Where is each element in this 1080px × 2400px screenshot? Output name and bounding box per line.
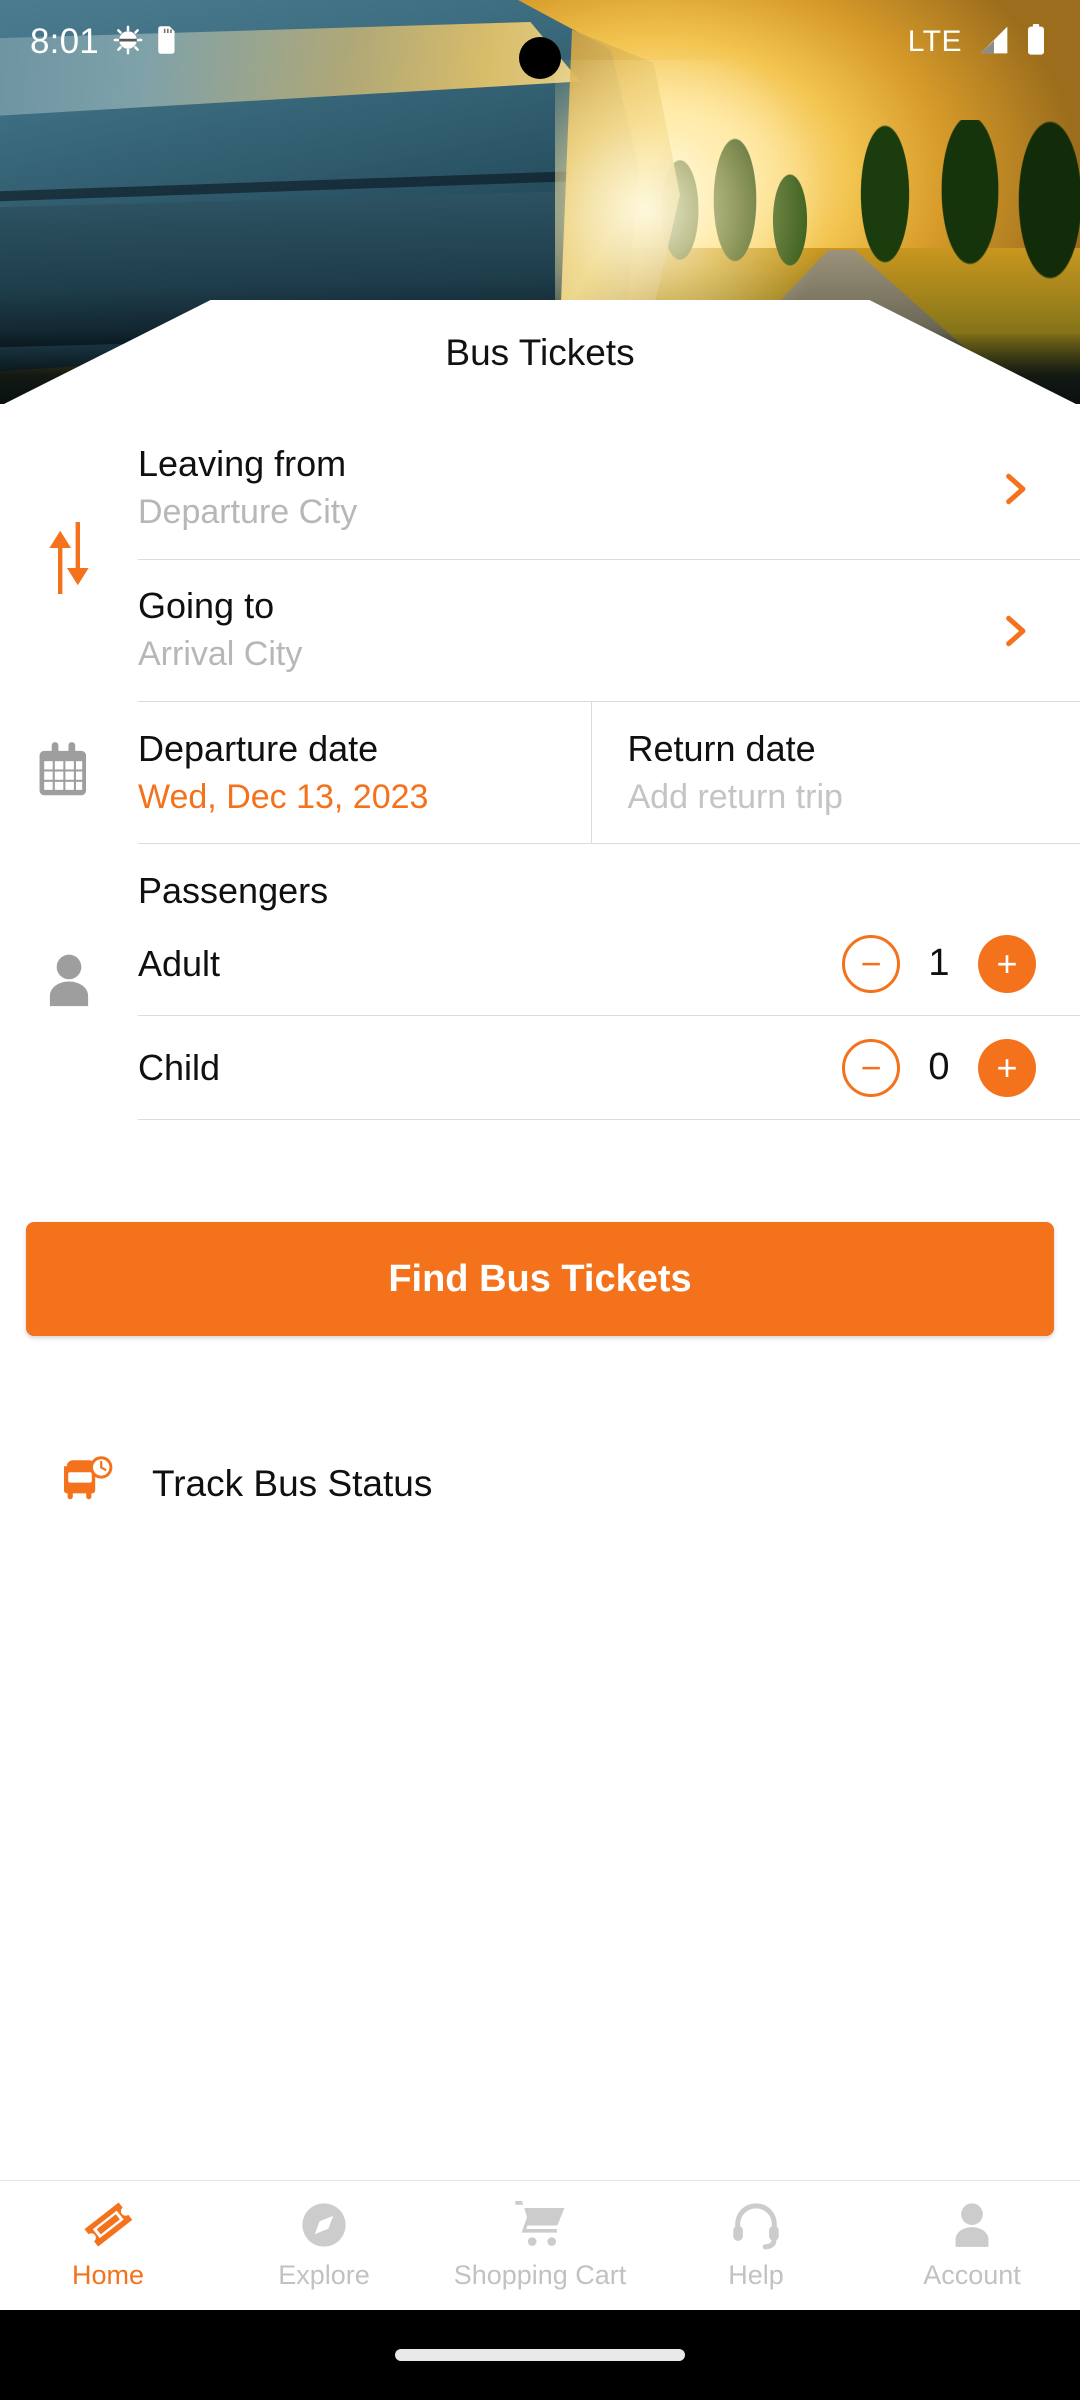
status-bar-right: LTE [907,23,1080,61]
person-icon [947,2200,997,2250]
city-block: Leaving from Departure City Going to Arr… [0,418,1080,702]
chevron-right-icon [996,612,1034,650]
leaving-from-value: Departure City [138,493,358,532]
swap-vertical-icon [39,521,99,599]
headset-icon [731,2200,781,2250]
child-decrement-button[interactable]: − [842,1038,900,1097]
adult-count: 1 [928,942,950,984]
banner-base [0,404,1080,420]
nav-label-home: Home [71,2260,145,2290]
going-to-field[interactable]: Going to Arrival City [138,560,1080,702]
departure-date-value: Wed, Dec 13, 2023 [138,778,429,816]
passengers-block: Passengers Adult − 1 + Child − 0 + [0,844,1080,1120]
sd-card-icon [157,25,177,59]
nav-label-explore: Explore [278,2260,370,2290]
bus-clock-icon [62,1455,114,1512]
adult-stepper: − 1 + [842,934,1036,993]
chevron-right-icon [996,470,1034,508]
nav-label-account: Account [923,2260,1021,2290]
search-form: Leaving from Departure City Going to Arr… [0,418,1080,1120]
departure-date-label: Departure date [138,728,379,769]
nav-item-home[interactable]: Home [0,2200,216,2291]
adult-decrement-button[interactable]: − [842,934,900,993]
passenger-row-adult: Adult − 1 + [138,912,1080,1016]
page-title: Bus Tickets [445,332,635,373]
going-to-value: Arrival City [138,635,303,674]
status-time: 8:01 [30,22,99,61]
city-fields: Leaving from Departure City Going to Arr… [138,418,1080,702]
signal-icon [978,25,1010,60]
adult-label: Adult [138,942,221,984]
system-gesture-bar [0,2310,1080,2400]
person-icon-wrap [0,844,138,1120]
child-stepper: − 0 + [842,1038,1036,1097]
return-date-value: Add return trip [627,778,843,816]
nav-item-shopping-cart[interactable]: Shopping Cart [432,2200,648,2291]
person-icon [40,951,98,1014]
nav-item-explore[interactable]: Explore [216,2200,432,2291]
passengers-title: Passengers [138,870,329,911]
bottom-navigation: Home Explore Shopping Cart Help Account [0,2180,1080,2310]
nav-item-help[interactable]: Help [648,2200,864,2291]
find-bus-tickets-button[interactable]: Find Bus Tickets [26,1222,1054,1336]
nav-item-account[interactable]: Account [864,2200,1080,2291]
child-count: 0 [928,1046,950,1088]
departure-date-field[interactable]: Departure date Wed, Dec 13, 2023 [138,702,591,843]
child-label: Child [138,1046,221,1088]
calendar-icon [38,740,100,807]
find-bus-tickets-label: Find Bus Tickets [388,1257,692,1300]
passenger-fields: Passengers Adult − 1 + Child − 0 + [138,844,1080,1120]
child-increment-button[interactable]: + [978,1038,1036,1097]
leaving-from-label: Leaving from [138,442,347,484]
status-bar-left: 8:01 [0,22,177,62]
android-debug-icon [113,25,143,60]
date-fields: Departure date Wed, Dec 13, 2023 Return … [138,702,1080,844]
date-row: Departure date Wed, Dec 13, 2023 Return … [138,702,1080,844]
compass-icon [299,2200,349,2250]
app-screen: 8:01 LTE Bus Tickets Leaving from Depart… [0,0,1080,2400]
going-to-label: Going to [138,584,275,626]
leaving-from-field[interactable]: Leaving from Departure City [138,418,1080,560]
ticket-icon [82,2200,134,2250]
battery-icon [1026,23,1046,61]
swap-cities-button[interactable] [0,418,138,702]
nav-label-shopping-cart: Shopping Cart [453,2260,627,2290]
adult-increment-button[interactable]: + [978,934,1036,993]
network-type-label: LTE [907,25,962,58]
nav-label-help: Help [728,2260,784,2290]
camera-punch-hole [519,37,561,79]
shopping-cart-icon [514,2200,566,2250]
calendar-icon-wrap [0,702,138,844]
date-block: Departure date Wed, Dec 13, 2023 Return … [0,702,1080,844]
gesture-handle[interactable] [395,2349,685,2361]
passenger-row-child: Child − 0 + [138,1016,1080,1120]
track-bus-status-label: Track Bus Status [152,1462,433,1504]
return-date-label: Return date [627,728,816,769]
return-date-field[interactable]: Return date Add return trip [590,702,1080,843]
track-bus-status-button[interactable]: Track Bus Status [62,1455,432,1512]
